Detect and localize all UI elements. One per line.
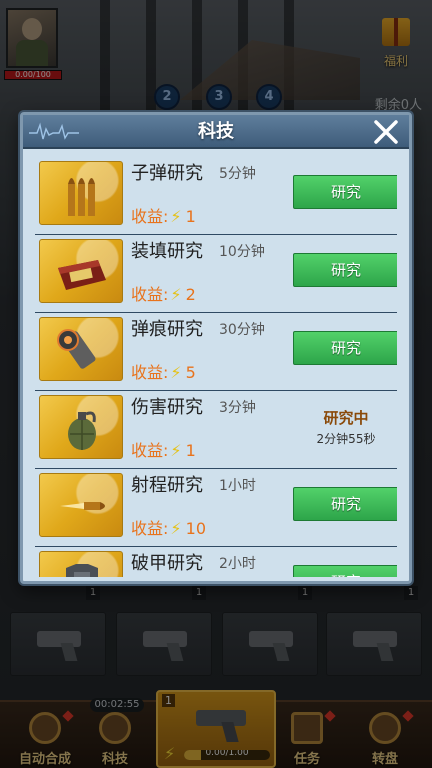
bullets-icon xyxy=(68,178,95,216)
bolt-icon: ⚡ xyxy=(170,207,182,226)
ammo-box-thumbnail xyxy=(39,239,123,303)
tech-dialog: 科技 子弹研究 5分钟 收益: ⚡ 1 研究 装填研究 10分钟 收益: ⚡ 2… xyxy=(20,112,412,584)
research-button[interactable]: 研究 xyxy=(293,487,397,521)
tech-row-range: 射程研究 1小时 收益: ⚡ 10 研究 xyxy=(35,469,397,547)
tech-row-bullet: 子弹研究 5分钟 收益: ⚡ 1 研究 xyxy=(35,157,397,235)
armor-thumbnail xyxy=(39,551,123,577)
tech-name: 装填研究 xyxy=(131,241,203,262)
flying-bullet-icon xyxy=(60,502,105,510)
flying-bullet-thumbnail xyxy=(39,473,123,537)
research-button[interactable]: 研究 xyxy=(293,565,397,577)
tech-row-damage: 伤害研究 3分钟 收益: ⚡ 1 研究中 2分钟55秒 xyxy=(35,391,397,469)
yield-label: 收益: xyxy=(131,207,169,226)
tech-row-reload: 装填研究 10分钟 收益: ⚡ 2 研究 xyxy=(35,235,397,313)
bolt-icon: ⚡ xyxy=(170,441,182,460)
status-remaining: 2分钟55秒 xyxy=(316,432,376,446)
bolt-icon: ⚡ xyxy=(170,363,182,382)
dialog-title: 科技 xyxy=(198,121,234,142)
bullet-hole-thumbnail xyxy=(39,317,123,381)
tech-duration: 3分钟 xyxy=(219,400,256,416)
tech-name: 弹痕研究 xyxy=(131,319,203,340)
dialog-header: 科技 xyxy=(23,115,409,149)
tech-yield: 收益: ⚡ 5 xyxy=(131,359,196,383)
tech-name: 伤害研究 xyxy=(131,397,203,418)
status-text: 研究中 xyxy=(323,409,369,427)
tech-yield: 收益: ⚡ 2 xyxy=(131,281,196,305)
yield-value: 5 xyxy=(185,363,196,382)
research-button[interactable]: 研究 xyxy=(293,175,397,209)
tech-name: 子弹研究 xyxy=(131,163,203,184)
armor-icon xyxy=(66,564,98,577)
yield-label: 收益: xyxy=(131,285,169,304)
ammo-box-icon xyxy=(58,260,106,290)
grenade-icon xyxy=(68,411,96,450)
tech-duration: 1小时 xyxy=(219,478,256,494)
tech-yield: 收益: ⚡ 1 xyxy=(131,203,196,227)
bolt-icon: ⚡ xyxy=(170,285,182,304)
yield-value: 1 xyxy=(185,207,196,226)
yield-value: 2 xyxy=(185,285,196,304)
close-icon xyxy=(374,120,398,144)
yield-value: 1 xyxy=(185,441,196,460)
bullet-hole-icon xyxy=(57,329,96,369)
tech-duration: 30分钟 xyxy=(219,322,265,338)
tech-row-bullet-hole: 弹痕研究 30分钟 收益: ⚡ 5 研究 xyxy=(35,313,397,391)
tech-name: 射程研究 xyxy=(131,475,203,496)
yield-label: 收益: xyxy=(131,441,169,460)
tech-yield: 收益: ⚡ 10 xyxy=(131,515,206,539)
research-button[interactable]: 研究 xyxy=(293,331,397,365)
yield-label: 收益: xyxy=(131,519,169,538)
tech-name: 破甲研究 xyxy=(131,553,203,574)
tech-duration: 5分钟 xyxy=(219,166,256,182)
research-status: 研究中 2分钟55秒 xyxy=(293,407,397,447)
tech-row-armor: 破甲研究 2小时 研究 xyxy=(35,547,397,577)
close-button[interactable] xyxy=(371,118,401,146)
bullets-thumbnail xyxy=(39,161,123,225)
bolt-icon: ⚡ xyxy=(170,519,182,538)
tech-duration: 2小时 xyxy=(219,556,256,572)
tech-duration: 10分钟 xyxy=(219,244,265,260)
yield-label: 收益: xyxy=(131,363,169,382)
tech-yield: 收益: ⚡ 1 xyxy=(131,437,196,461)
tech-list[interactable]: 子弹研究 5分钟 收益:⚡1 研究 装填研究 10分钟 收益:⚡2 研究 xyxy=(35,157,397,577)
research-button[interactable]: 研究 xyxy=(293,253,397,287)
yield-value: 10 xyxy=(185,519,206,538)
grenade-thumbnail xyxy=(39,395,123,459)
